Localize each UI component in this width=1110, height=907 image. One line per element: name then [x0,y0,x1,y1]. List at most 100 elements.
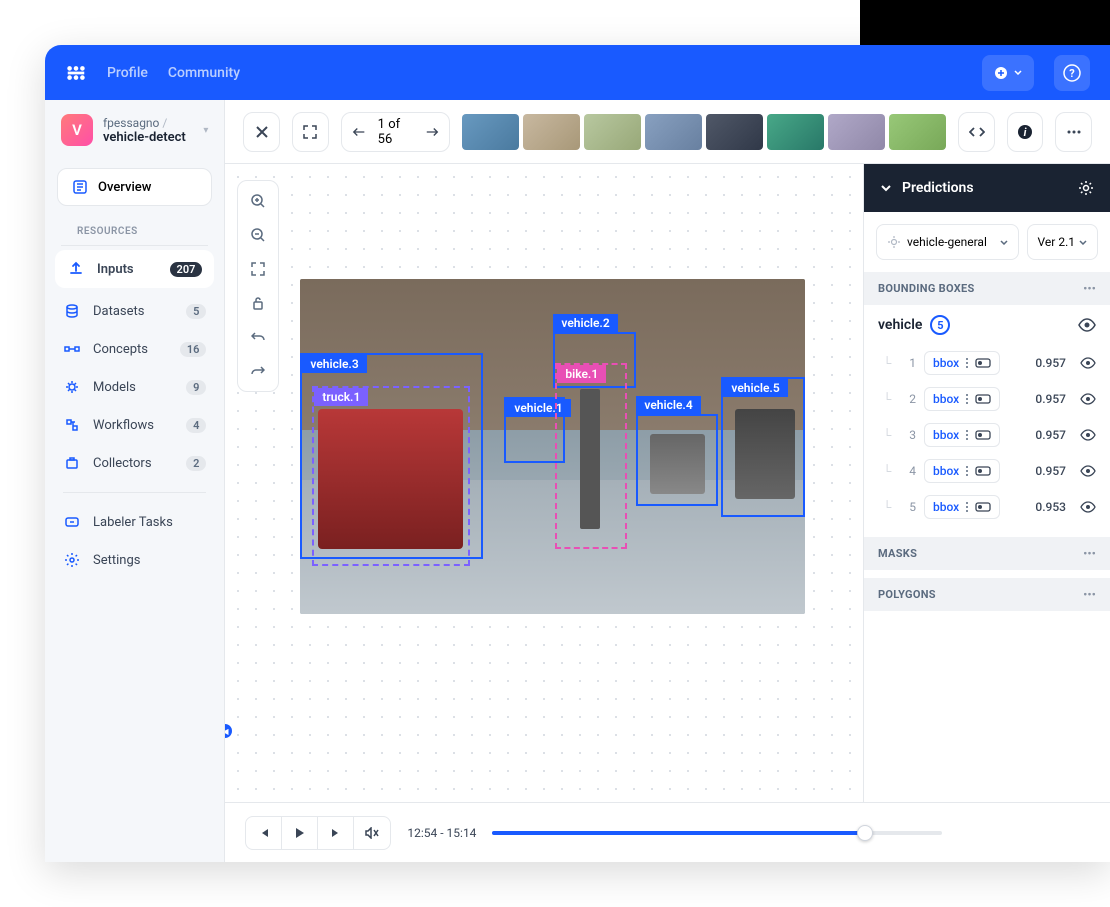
more-button[interactable] [1055,112,1092,152]
prediction-row[interactable]: └4bbox0.957 [864,453,1110,489]
version-select[interactable]: Ver 2.1 [1027,224,1098,260]
redo-button[interactable] [242,355,274,387]
thumbnail[interactable] [462,114,519,150]
prediction-row[interactable]: └2bbox0.957 [864,381,1110,417]
info-button[interactable]: i [1007,112,1044,152]
sidebar-item-label: Settings [93,553,140,568]
bbox-chip[interactable]: bbox [924,387,1000,411]
settings-icon [63,551,81,569]
prev-button[interactable] [352,126,366,138]
sidebar-item-inputs[interactable]: Inputs 207 [55,250,214,288]
more-icon[interactable]: ••• [1083,588,1096,601]
visibility-toggle[interactable] [1080,501,1096,513]
skip-back-button[interactable] [246,817,282,849]
nav-badge: 9 [186,380,206,395]
zoom-in-button[interactable] [242,185,274,217]
nav-badge: 207 [170,262,203,277]
unlock-icon [251,296,265,310]
prediction-row[interactable]: └1bbox0.957 [864,345,1110,381]
canvas-area[interactable]: ◀ vehicle.3truck.1vehicle.1vehicle.2bike… [225,164,863,802]
row-index: 4 [904,464,916,478]
fit-button[interactable] [242,253,274,285]
sidebar-item-workflows[interactable]: Workflows 4 [45,406,224,444]
bbox-chip[interactable]: bbox [924,351,1000,375]
image-viewer[interactable]: vehicle.3truck.1vehicle.1vehicle.2bike.1… [300,279,805,614]
thumbnail[interactable] [706,114,763,150]
thumbnail[interactable] [828,114,885,150]
scrubber-handle[interactable] [857,825,873,841]
thumbnail[interactable] [584,114,641,150]
visibility-toggle[interactable] [1080,429,1096,441]
model-select[interactable]: vehicle-general [876,224,1019,260]
visibility-toggle[interactable] [1080,393,1096,405]
row-index: 5 [904,500,916,514]
thumbnail[interactable] [767,114,824,150]
undo-button[interactable] [242,321,274,353]
chevron-down-icon [1014,70,1022,75]
plus-icon [994,66,1008,80]
overview-label: Overview [98,180,151,195]
more-icon[interactable]: ••• [1083,547,1096,560]
fullscreen-button[interactable] [292,112,329,152]
gear-icon[interactable] [1078,180,1094,196]
panel-title: Predictions [902,180,974,196]
mute-icon [365,827,379,839]
more-icon [1067,130,1081,134]
sidebar-item-concepts[interactable]: Concepts 16 [45,330,224,368]
add-button[interactable] [982,55,1034,91]
prediction-row[interactable]: └3bbox0.957 [864,417,1110,453]
next-button[interactable] [425,126,439,138]
bbox-chip[interactable]: bbox [924,459,1000,483]
section-bounding-boxes[interactable]: BOUNDING BOXES ••• [864,272,1110,305]
scrubber[interactable] [492,831,942,835]
section-polygons[interactable]: POLYGONS ••• [864,578,1110,611]
bounding-box[interactable]: bike.1 [555,363,627,549]
skip-forward-button[interactable] [318,817,354,849]
visibility-toggle[interactable] [1080,357,1096,369]
sidebar-item-datasets[interactable]: Datasets 5 [45,292,224,330]
nav-profile[interactable]: Profile [107,65,148,81]
nav-badge: 16 [180,342,207,357]
lock-button[interactable] [242,287,274,319]
visibility-toggle[interactable] [1080,465,1096,477]
canvas-tools [237,180,279,392]
bounding-box[interactable]: vehicle.4 [636,414,718,506]
zoom-out-icon [250,227,266,243]
thumbnail[interactable] [889,114,946,150]
bbox-chip[interactable]: bbox [924,495,1000,519]
code-button[interactable] [958,112,995,152]
avatar: V [61,114,93,146]
section-masks[interactable]: MASKS ••• [864,537,1110,570]
bounding-box[interactable]: vehicle.5 [721,377,805,517]
model-icon [887,235,901,249]
thumbnail[interactable] [645,114,702,150]
bbox-chip[interactable]: bbox [924,423,1000,447]
chevron-down-icon [1000,240,1008,245]
sidebar-item-label: Labeler Tasks [93,515,173,530]
mute-button[interactable] [354,817,390,849]
overview-link[interactable]: Overview [57,168,212,206]
datasets-icon [63,302,81,320]
bounding-box[interactable]: truck.1 [312,386,470,566]
resources-heading: RESOURCES [61,214,208,246]
logo [65,62,87,84]
zoom-out-button[interactable] [242,219,274,251]
close-button[interactable] [243,112,280,152]
nav-community[interactable]: Community [168,65,240,81]
more-icon[interactable]: ••• [1083,282,1096,295]
thumbnail[interactable] [523,114,580,150]
sidebar-item-settings[interactable]: Settings [45,541,224,579]
project-selector[interactable]: V fpessagno / vehicle-detect ▾ [45,100,224,160]
skip-back-icon [258,827,270,839]
sidebar-item-labeler[interactable]: Labeler Tasks [45,503,224,541]
play-button[interactable] [282,817,318,849]
bbox-label: vehicle.3 [302,355,366,373]
panel-header[interactable]: Predictions [864,164,1110,212]
nav-badge: 4 [186,418,206,433]
help-button[interactable]: ? [1054,55,1090,91]
sidebar-item-models[interactable]: Models 9 [45,368,224,406]
sidebar-item-collectors[interactable]: Collectors 2 [45,444,224,482]
visibility-toggle[interactable] [1078,318,1096,332]
prediction-row[interactable]: └5bbox0.953 [864,489,1110,525]
section-label: POLYGONS [878,588,936,601]
